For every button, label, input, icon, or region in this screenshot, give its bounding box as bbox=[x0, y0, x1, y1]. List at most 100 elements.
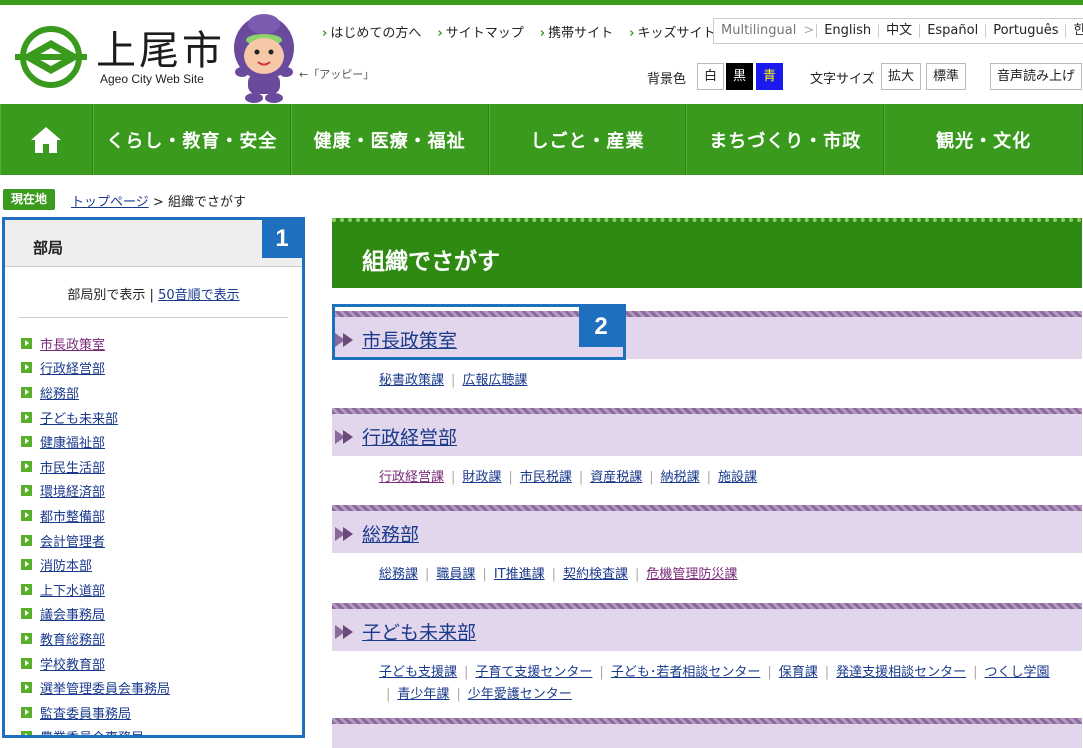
lang-korean[interactable]: 한국어 bbox=[1065, 24, 1083, 38]
sidebar-number-badge: 1 bbox=[262, 220, 302, 258]
division-link[interactable]: 納税課 bbox=[661, 470, 700, 485]
sidebar-item: 教育総務部 bbox=[21, 626, 302, 651]
fontsize-label: 文字サイズ bbox=[810, 72, 875, 87]
division-link[interactable]: 広報広聴課 bbox=[462, 373, 527, 388]
division-link[interactable]: 資産税課 bbox=[590, 470, 642, 485]
division-link[interactable]: IT推進課 bbox=[494, 567, 545, 582]
sidebar-item: 上下水道部 bbox=[21, 577, 302, 602]
sidebar-departments: 部局 1 部局別で表示 | 50音順で表示 市長政策室 行政経営部 総務部 子ども未来… bbox=[2, 217, 305, 738]
sidebar-dept-link[interactable]: 消防本部 bbox=[40, 555, 92, 574]
division-link[interactable]: 秘書政策課 bbox=[379, 373, 444, 388]
link-kids-site[interactable]: › キッズサイト bbox=[629, 22, 715, 41]
page-title: 組織でさがす bbox=[332, 218, 1082, 288]
nav-tourism-culture[interactable]: 観光・文化 bbox=[884, 104, 1083, 175]
division-link[interactable]: つくし学園 bbox=[985, 665, 1050, 680]
division-link[interactable]: 子ども･若者相談センター bbox=[611, 665, 761, 680]
sidebar-dept-link[interactable]: 都市整備部 bbox=[40, 506, 105, 525]
dept-section-title-link[interactable]: 子ども未来部 bbox=[362, 618, 476, 645]
lang-chinese[interactable]: 中文 bbox=[878, 24, 919, 38]
nav-health-medical-welfare[interactable]: 健康・医療・福祉 bbox=[290, 104, 489, 175]
highlight-box: 2 bbox=[332, 304, 626, 360]
dept-section: 行政経営部 行政経営課 | 財政課 | 市民税課 | 資産税課 | 納税課 | 施設課 bbox=[332, 408, 1082, 489]
sidebar-dept-link[interactable]: 監査委員事務局 bbox=[40, 703, 131, 722]
sidebar-dept-link[interactable]: 学校教育部 bbox=[40, 654, 105, 673]
bgcolor-blue-button[interactable]: 青 bbox=[756, 63, 783, 90]
sidebar-item: 市民生活部 bbox=[21, 454, 302, 479]
highlight-number-badge: 2 bbox=[579, 307, 623, 347]
voice-reading-button[interactable]: 音声読み上げ bbox=[990, 63, 1083, 90]
dept-section-title-link[interactable]: 行政経営部 bbox=[362, 423, 457, 450]
division-link[interactable]: 保育課 bbox=[779, 665, 818, 680]
division-link[interactable]: 発達支援相談センター bbox=[836, 665, 966, 680]
nav-work-industry[interactable]: しごと・産業 bbox=[488, 104, 687, 175]
bullet-arrow-icon bbox=[21, 632, 32, 644]
sidebar-item: 選挙管理委員会事務局 bbox=[21, 675, 302, 700]
sidebar-item: 子ども未来部 bbox=[21, 405, 302, 430]
site-title[interactable]: 上尾市 bbox=[96, 18, 225, 76]
sidebar-dept-link[interactable]: 教育総務部 bbox=[40, 629, 105, 648]
lang-portuguese[interactable]: Português bbox=[985, 24, 1065, 38]
fontsize-standard-button[interactable]: 標準 bbox=[926, 63, 967, 90]
view-separator: | bbox=[149, 288, 154, 303]
nav-town-planning-govt[interactable]: まちづくり・市政 bbox=[686, 104, 885, 175]
sidebar-item: 消防本部 bbox=[21, 552, 302, 577]
sidebar-item: 環境経済部 bbox=[21, 479, 302, 504]
dept-section-title-link[interactable]: 総務部 bbox=[362, 520, 419, 547]
nav-living-education-safety[interactable]: くらし・教育・安全 bbox=[92, 104, 291, 175]
division-link[interactable]: 総務課 bbox=[379, 567, 418, 582]
division-link[interactable]: 市民税課 bbox=[520, 470, 572, 485]
city-logo-icon[interactable] bbox=[15, 26, 87, 88]
lang-english[interactable]: English bbox=[816, 24, 878, 38]
bullet-arrow-icon bbox=[21, 706, 32, 718]
division-link[interactable]: 青少年課 bbox=[397, 687, 449, 702]
sidebar-dept-link[interactable]: 上下水道部 bbox=[40, 580, 105, 599]
sidebar-dept-link[interactable]: 健康福祉部 bbox=[40, 432, 105, 451]
sidebar-dept-link[interactable]: 議会事務局 bbox=[40, 604, 105, 623]
view-by-kana-link[interactable]: 50音順で表示 bbox=[158, 288, 240, 303]
link-separator: | bbox=[451, 470, 456, 485]
division-links: 行政経営課 | 財政課 | 市民税課 | 資産税課 | 納税課 | 施設課 bbox=[332, 456, 1082, 489]
division-link[interactable]: 職員課 bbox=[436, 567, 475, 582]
division-link[interactable]: 契約検査課 bbox=[563, 567, 628, 582]
division-link[interactable]: 財政課 bbox=[462, 470, 501, 485]
link-mobile-site[interactable]: › 携帯サイト bbox=[540, 22, 613, 41]
sidebar-dept-link[interactable]: 市民生活部 bbox=[40, 457, 105, 476]
dept-section-header: 総務部 bbox=[332, 505, 1082, 553]
nav-home[interactable] bbox=[0, 104, 93, 175]
sidebar-dept-link[interactable]: 総務部 bbox=[40, 383, 79, 402]
division-link[interactable]: 少年愛護センター bbox=[468, 687, 572, 702]
sidebar-dept-link[interactable]: 選挙管理委員会事務局 bbox=[40, 678, 170, 697]
division-link[interactable]: 危機管理防災課 bbox=[646, 567, 737, 582]
bgcolor-white-button[interactable]: 白 bbox=[697, 63, 724, 90]
sidebar-dept-link[interactable]: 会計管理者 bbox=[40, 531, 105, 550]
breadcrumb-separator: > bbox=[152, 195, 164, 210]
link-separator: | bbox=[706, 470, 712, 485]
link-sitemap[interactable]: › サイトマップ bbox=[437, 22, 523, 41]
sidebar-item: 健康福祉部 bbox=[21, 429, 302, 454]
bullet-arrow-icon bbox=[21, 460, 32, 472]
link-separator: | bbox=[767, 665, 772, 680]
link-first-visit[interactable]: › はじめての方へ bbox=[322, 22, 421, 41]
link-separator: | bbox=[599, 665, 604, 680]
sidebar-dept-link[interactable]: 行政経営部 bbox=[40, 358, 105, 377]
site-subtitle: Ageo City Web Site bbox=[100, 72, 204, 86]
chevron-right-icon: › bbox=[437, 26, 443, 41]
division-link[interactable]: 子ども支援課 bbox=[379, 665, 457, 680]
bullet-arrow-icon bbox=[21, 362, 32, 374]
division-link[interactable]: 施設課 bbox=[718, 470, 757, 485]
double-chevron-icon bbox=[335, 625, 353, 639]
sidebar-dept-link[interactable]: 環境経済部 bbox=[40, 481, 105, 500]
bullet-arrow-icon bbox=[21, 337, 32, 349]
division-link[interactable]: 行政経営課 bbox=[379, 470, 444, 485]
fontsize-enlarge-button[interactable]: 拡大 bbox=[881, 63, 922, 90]
bgcolor-black-button[interactable]: 黒 bbox=[726, 63, 753, 90]
chevron-right-icon: › bbox=[322, 26, 328, 41]
division-link[interactable]: 子育て支援センター bbox=[475, 665, 592, 680]
sidebar-dept-link[interactable]: 農業委員会事務局 bbox=[40, 727, 144, 735]
dept-section: 総務部 総務課 | 職員課 | IT推進課 | 契約検査課 | 危機管理防災課 bbox=[332, 505, 1082, 586]
lang-spanish[interactable]: Español bbox=[919, 24, 985, 38]
sidebar-dept-link[interactable]: 市長政策室 bbox=[40, 334, 105, 353]
sidebar-dept-link[interactable]: 子ども未来部 bbox=[40, 408, 118, 427]
breadcrumb-home-link[interactable]: トップページ bbox=[71, 195, 149, 210]
link-separator: | bbox=[649, 470, 654, 485]
